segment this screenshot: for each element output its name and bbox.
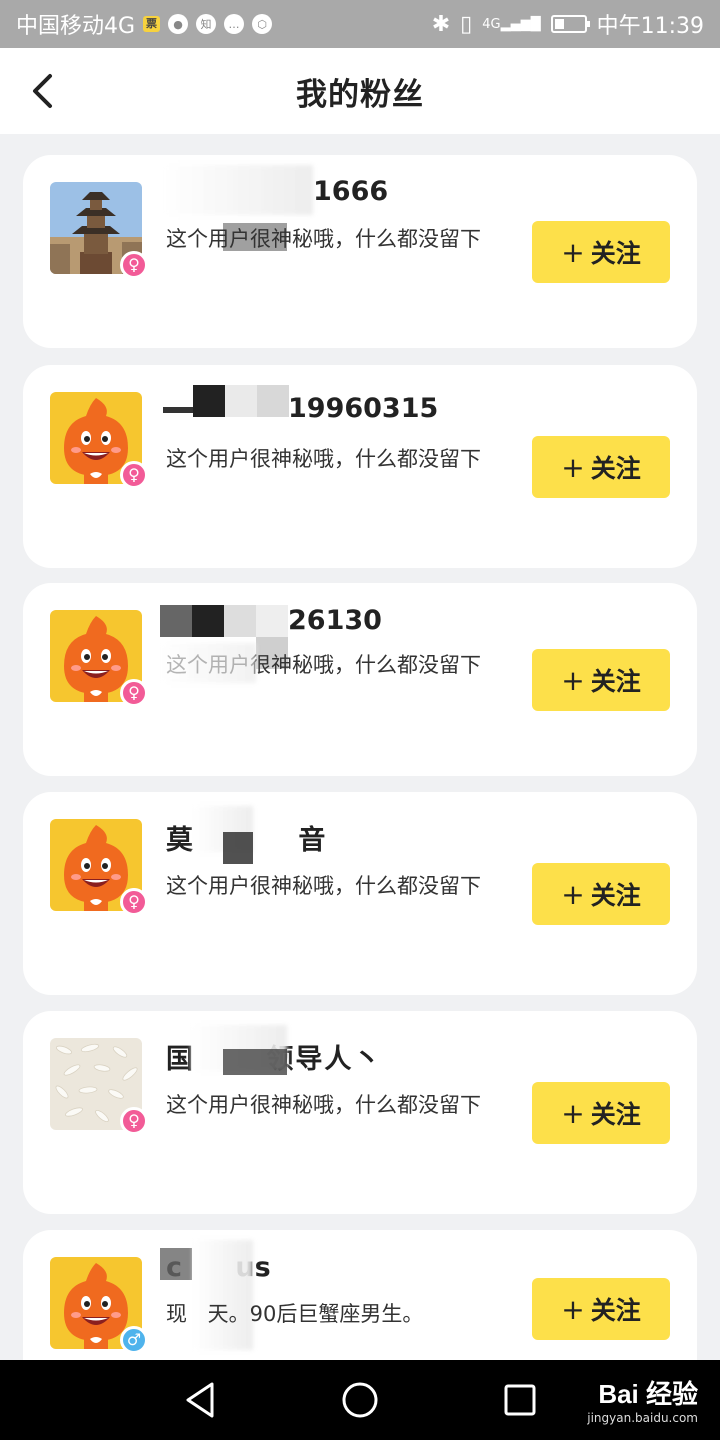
male-gender-icon: ♂ — [120, 1326, 148, 1354]
app-notification-icon: 票 — [143, 16, 161, 32]
follow-label: 关注 — [590, 1296, 641, 1325]
nav-back-button[interactable] — [178, 1378, 222, 1422]
redacted-pixel — [160, 1248, 192, 1280]
system-nav-bar: Bai 经验 jingyan.baidu.com — [0, 1360, 720, 1440]
fan-bio: 这个用户很神秘哦，什么都没留下 — [166, 874, 481, 898]
redacted-pixel — [257, 385, 289, 417]
redacted-pixel — [256, 605, 288, 637]
plus-icon: + — [561, 450, 585, 484]
redacted-pixel — [223, 1049, 287, 1075]
page-title: 我的粉丝 — [296, 76, 424, 113]
chat-notification-icon: … — [224, 14, 245, 34]
network-label: 4G — [482, 16, 501, 32]
avatar[interactable]: ♂ — [50, 1257, 148, 1354]
redacted-pixel — [193, 385, 225, 417]
circle-home-icon — [342, 1382, 378, 1418]
fan-bio: 这个用户很神秘哦，什么都没留下 — [166, 1093, 481, 1117]
back-button[interactable] — [22, 68, 62, 114]
fan-card[interactable]: ♀ 莫 音 这个用户很神秘哦，什么都没留下 + 关注 — [23, 792, 697, 995]
status-right: ✱ ▯ 4G▂▄▆█ 中午11:39 — [432, 8, 704, 40]
nav-home-button[interactable] — [338, 1378, 382, 1422]
follow-button[interactable]: + 关注 — [532, 863, 670, 925]
plus-icon: + — [561, 663, 585, 697]
follow-button[interactable]: + 关注 — [532, 221, 670, 283]
follow-label: 关注 — [590, 454, 641, 483]
redacted-pixel — [225, 385, 257, 417]
fan-name: 26130 — [288, 605, 382, 636]
female-gender-icon: ♀ — [120, 679, 148, 707]
redacted-pixel — [223, 832, 253, 864]
redacted-pixel — [224, 605, 256, 637]
avatar[interactable]: ♀ — [50, 182, 148, 279]
plus-icon: + — [561, 877, 585, 911]
fan-bio: 这个用户很神秘哦，什么都没留下 — [166, 227, 481, 251]
avatar[interactable]: ♀ — [50, 610, 148, 707]
redacted-name-mask — [163, 165, 313, 215]
redacted-name-mask — [193, 1240, 253, 1350]
female-gender-icon: ♀ — [120, 888, 148, 916]
avatar[interactable]: ♀ — [50, 819, 148, 916]
nav-recents-button[interactable] — [498, 1378, 542, 1422]
redacted-pixel — [163, 407, 193, 413]
avatar[interactable]: ♀ — [50, 1038, 148, 1135]
square-recents-icon — [504, 1384, 536, 1416]
plus-icon: + — [561, 235, 585, 269]
battery-icon — [550, 15, 590, 33]
follow-button[interactable]: + 关注 — [532, 649, 670, 711]
fan-name: 19960315 — [288, 393, 439, 424]
fan-name: 1666 — [313, 176, 389, 207]
status-left: 中国移动4G 票 ● 知 … ⬡ — [16, 8, 273, 40]
redacted-pixel — [192, 605, 224, 637]
female-gender-icon: ♀ — [120, 461, 148, 489]
status-bar: 中国移动4G 票 ● 知 … ⬡ ✱ ▯ 4G▂▄▆█ 中午11:39 — [0, 0, 720, 48]
redacted-bio-mask — [161, 643, 256, 683]
page-header: 我的粉丝 — [0, 48, 720, 134]
chevron-left-icon — [33, 74, 52, 108]
bluetooth-icon: ✱ — [431, 11, 451, 37]
fan-card[interactable]: ♀ 26130 这个用户很神秘哦，什么都没留下 + 关注 — [23, 583, 697, 776]
follow-label: 关注 — [590, 1100, 641, 1129]
fan-card[interactable]: ♂ c us 现 天。90后巨蟹座男生。 + 关注 — [23, 1230, 697, 1360]
follow-button[interactable]: + 关注 — [532, 436, 670, 498]
redacted-pixel — [160, 605, 192, 637]
follow-button[interactable]: + 关注 — [532, 1082, 670, 1144]
female-gender-icon: ♀ — [120, 1107, 148, 1135]
clock: 中午11:39 — [596, 14, 704, 39]
follow-label: 关注 — [590, 239, 641, 268]
avatar[interactable]: ♀ — [50, 392, 148, 489]
photos-notification-icon: ● — [168, 14, 189, 34]
fan-bio: 现 天。90后巨蟹座男生。 — [166, 1302, 424, 1326]
fan-card[interactable]: ♀ 19960315 这个用户很神秘哦，什么都没留下 + 关注 — [23, 365, 697, 568]
baidu-logo: Bai 经验 — [598, 1379, 698, 1409]
fan-bio: 这个用户很神秘哦，什么都没留下 — [166, 447, 481, 471]
vibrate-icon: ▯ — [460, 11, 473, 37]
fan-card[interactable]: ♀ 国 领导人丶 这个用户很神秘哦，什么都没留下 + 关注 — [23, 1011, 697, 1214]
follow-label: 关注 — [590, 667, 641, 696]
zhihu-notification-icon: 知 — [196, 14, 217, 34]
follow-label: 关注 — [590, 881, 641, 910]
follow-button[interactable]: + 关注 — [532, 1278, 670, 1340]
triangle-back-icon — [186, 1382, 214, 1418]
baidu-url: jingyan.baidu.com — [587, 1411, 698, 1425]
signal-icon: 4G▂▄▆█ — [482, 16, 541, 32]
plus-icon: + — [561, 1292, 585, 1326]
carrier-label: 中国移动4G — [16, 14, 136, 39]
female-gender-icon: ♀ — [120, 251, 148, 279]
settings-notification-icon: ⬡ — [252, 14, 273, 34]
plus-icon: + — [561, 1096, 585, 1130]
baidu-watermark: Bai 经验 jingyan.baidu.com — [587, 1374, 698, 1425]
fan-card[interactable]: ♀ 1666 这个用户很神秘哦，什么都没留下 + 关注 — [23, 155, 697, 348]
